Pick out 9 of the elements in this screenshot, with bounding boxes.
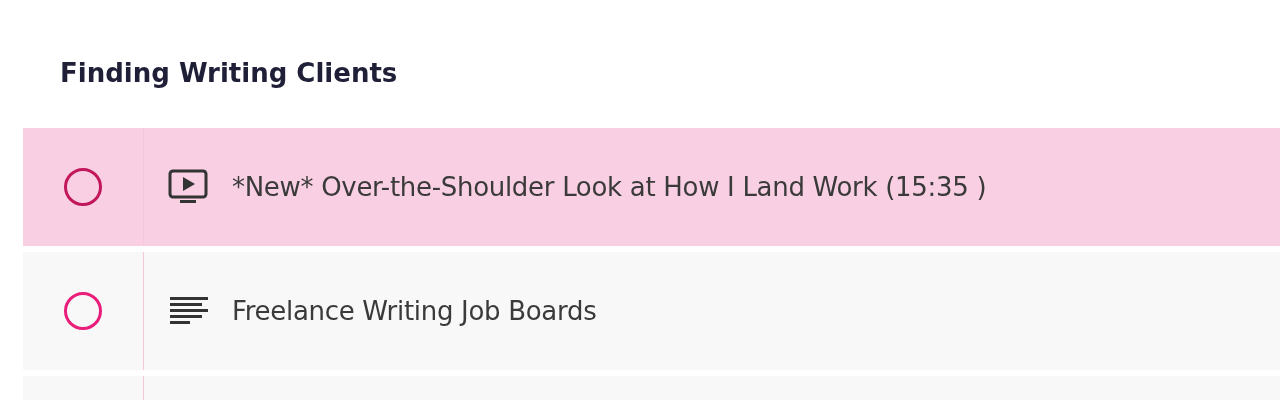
lesson-title: Freelance Writing Job Boards (232, 296, 597, 326)
text-lines-icon (168, 295, 208, 327)
lesson-row[interactable]: *New* Over-the-Shoulder Look at How I Land Work (15:35 ) (23, 128, 1280, 246)
lesson-row[interactable]: Freelance Writing Job Boards (23, 252, 1280, 370)
section-title: Finding Writing Clients (60, 57, 398, 90)
lesson-title: *New* Over-the-Shoulder Look at How I Land Work (15:35 ) (232, 172, 987, 202)
completion-circle[interactable] (64, 168, 102, 206)
completion-circle[interactable] (64, 292, 102, 330)
video-icon (168, 169, 208, 205)
